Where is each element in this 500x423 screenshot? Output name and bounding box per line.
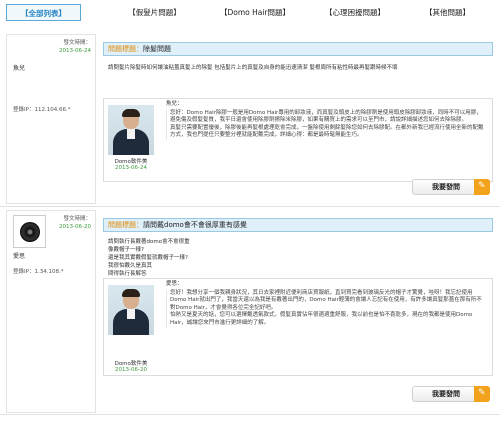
reply-box: Domo軟件美 2013-06-24 魚兒： 您好：Domo Hair除膠一般是…: [103, 98, 493, 182]
responder-name: Domo軟件美: [114, 159, 148, 165]
post-date: 發文時間： 2013-06-20: [59, 216, 91, 230]
user-info-panel: 發文時間： 2013-06-20 愛思 登錄IP：1.34.108.*: [6, 210, 96, 413]
reply-date: 2013-06-20: [115, 367, 147, 373]
tab-domo-hair[interactable]: 【Domo Hair問題】: [205, 4, 305, 21]
divider: [0, 206, 500, 207]
responder-photo: [108, 105, 154, 155]
user-avatar: [13, 215, 46, 248]
qa-post: 發文時間： 2013-06-20 愛思 登錄IP：1.34.108.* 問題標題…: [0, 208, 500, 413]
reply-text: 魚兒： 您好：Domo Hair除膠一般是用Domo Hair專用的卸妝液，而真…: [166, 101, 484, 140]
ask-question-button[interactable]: 我要發問 ✎: [412, 179, 490, 195]
login-ip: 登錄IP：112.104.66.*: [13, 107, 71, 113]
responder-photo: [108, 285, 154, 335]
question-body: 請問執行長戴著domo會不會很重 像戴帽子一樣? 還是我其實戴假髮就戴帽子一樣?…: [108, 239, 190, 277]
tab-all[interactable]: 【全部列表】: [6, 4, 81, 21]
reply-date: 2013-06-24: [115, 165, 147, 171]
login-ip: 登錄IP：1.34.108.*: [13, 269, 64, 275]
tab-psychology[interactable]: 【心理困擾問題】: [310, 4, 400, 21]
responder-name: Domo軟件美: [114, 361, 148, 367]
qa-post: 發文時間： 2013-06-24 魚兒 登錄IP：112.104.66.* 問題…: [0, 32, 500, 204]
question-body: 請問髮片除髮時如何讓油粘蓋真髮上的除髮 包括髮片上的真髮及自身的能迅速清潔 髮根…: [108, 65, 398, 71]
ask-question-button[interactable]: 我要發問 ✎: [412, 386, 490, 402]
question-title: 請問戴domo會不會很厚重有感覺: [143, 221, 247, 229]
username: 魚兒: [13, 65, 26, 72]
question-title-bar: 問題標題：除髮問題: [103, 42, 493, 56]
tab-hair-piece[interactable]: 【假髮片問題】: [112, 4, 197, 21]
post-date: 發文時間： 2013-06-24: [59, 40, 91, 54]
reply-text: 愛思： 您好！我想分享一個我親身狀況，其日去家裡附近便利商店買報紙，直到買完看到…: [166, 281, 484, 328]
question-title-bar: 問題標題：請問戴domo會不會很厚重有感覺: [103, 218, 493, 232]
pencil-icon: ✎: [474, 179, 490, 195]
username: 愛思: [13, 253, 26, 260]
category-tabs: 【全部列表】 【假髮片問題】 【Domo Hair問題】 【心理困擾問題】 【其…: [0, 0, 500, 26]
tab-other[interactable]: 【其他問題】: [405, 4, 490, 21]
divider: [0, 414, 500, 415]
user-info-panel: 發文時間： 2013-06-24 魚兒 登錄IP：112.104.66.*: [6, 34, 96, 204]
question-title: 除髮問題: [143, 45, 171, 53]
pencil-icon: ✎: [474, 386, 490, 402]
reply-box: Domo軟件美 2013-06-20 愛思： 您好！我想分享一個我親身狀況，其日…: [103, 278, 493, 376]
